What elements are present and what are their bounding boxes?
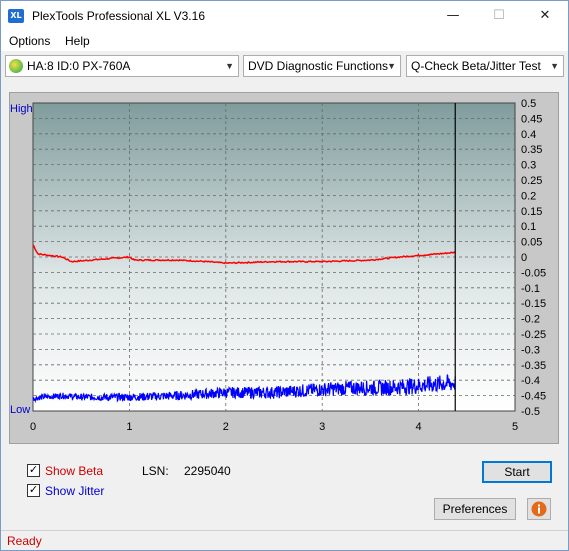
- drive-icon: [9, 59, 23, 73]
- beta-jitter-chart: 0.5 0.45 0.4 0.35 0.3 0.25 0.2 0.15 0.1 0.05 0 -0.0…: [10, 98, 546, 433]
- chevron-down-icon: ▼: [225, 61, 234, 71]
- window-title: PlexTools Professional XL V3.16: [32, 9, 205, 23]
- test-select-value: Q-Check Beta/Jitter Test: [411, 59, 541, 73]
- y-tick-label: 0.5: [521, 98, 536, 110]
- drive-select-value: HA:8 ID:0 PX-760A: [27, 59, 131, 73]
- app-logo-icon: XL: [8, 9, 24, 23]
- function-select-value: DVD Diagnostic Functions: [248, 59, 389, 73]
- show-jitter-checkbox[interactable]: ✓: [27, 484, 40, 497]
- show-beta-checkbox[interactable]: ✓: [27, 464, 40, 477]
- y-tick-label: 0.35: [521, 144, 542, 156]
- y-tick-label: 0.2: [521, 190, 536, 202]
- info-icon: [531, 501, 547, 517]
- close-button[interactable]: ✕: [522, 1, 568, 31]
- y-tick-label: -0.4: [521, 375, 540, 387]
- lsn-value: 2295040: [184, 464, 231, 478]
- lsn-label: LSN:: [142, 464, 169, 478]
- menu-options[interactable]: Options: [9, 34, 50, 48]
- y-tick-label: 0.05: [521, 237, 542, 249]
- maximize-button[interactable]: ☐: [476, 1, 522, 31]
- minimize-button[interactable]: —: [430, 1, 476, 31]
- y-tick-label: -0.25: [521, 329, 546, 341]
- chevron-down-icon: ▼: [387, 61, 396, 71]
- title-bar: XL PlexTools Professional XL V3.16 — ☐ ✕: [1, 1, 568, 31]
- y-tick-label: -0.3: [521, 344, 540, 356]
- drive-select[interactable]: HA:8 ID:0 PX-760A ▼: [5, 55, 239, 77]
- y-tick-label: -0.05: [521, 267, 546, 279]
- y-tick-label: 0: [521, 252, 527, 264]
- y-high-label: High: [10, 103, 33, 115]
- x-tick-label: 2: [223, 421, 229, 433]
- x-tick-label: 5: [512, 421, 518, 433]
- preferences-button[interactable]: Preferences: [434, 498, 516, 520]
- y-tick-label: 0.4: [521, 129, 536, 141]
- y-tick-label: 0.25: [521, 175, 542, 187]
- y-tick-label: -0.35: [521, 360, 546, 372]
- toolbar: HA:8 ID:0 PX-760A ▼ DVD Diagnostic Funct…: [1, 51, 568, 81]
- status-bar: Ready: [1, 530, 568, 550]
- test-select[interactable]: Q-Check Beta/Jitter Test ▼: [406, 55, 564, 77]
- y-tick-label: -0.45: [521, 391, 546, 403]
- controls-panel: ✓ Show Beta ✓ Show Jitter LSN: 2295040 S…: [9, 453, 559, 525]
- info-button[interactable]: [527, 498, 551, 520]
- x-tick-label: 1: [126, 421, 132, 433]
- menu-bar: Options Help: [1, 31, 568, 51]
- app-window: XL PlexTools Professional XL V3.16 — ☐ ✕…: [0, 0, 569, 551]
- y-tick-label: -0.1: [521, 283, 540, 295]
- x-tick-label: 0: [30, 421, 36, 433]
- function-select[interactable]: DVD Diagnostic Functions ▼: [243, 55, 401, 77]
- chart-panel: 0.5 0.45 0.4 0.35 0.3 0.25 0.2 0.15 0.1 0.05 0 -0.0…: [9, 92, 559, 444]
- x-tick-label: 4: [416, 421, 422, 433]
- show-beta-label[interactable]: Show Beta: [45, 464, 103, 478]
- y-tick-label: 0.3: [521, 160, 536, 172]
- y-tick-label: -0.15: [521, 298, 546, 310]
- y-tick-label: -0.5: [521, 406, 540, 418]
- y-low-label: Low: [10, 404, 30, 416]
- y-tick-label: 0.1: [521, 221, 536, 233]
- y-tick-label: 0.45: [521, 113, 542, 125]
- x-tick-label: 3: [319, 421, 325, 433]
- chevron-down-icon: ▼: [550, 61, 559, 71]
- y-tick-label: 0.15: [521, 206, 542, 218]
- y-tick-label: -0.2: [521, 314, 540, 326]
- show-jitter-label[interactable]: Show Jitter: [45, 484, 104, 498]
- status-text: Ready: [7, 534, 42, 548]
- menu-help[interactable]: Help: [65, 34, 90, 48]
- start-button[interactable]: Start: [482, 461, 552, 483]
